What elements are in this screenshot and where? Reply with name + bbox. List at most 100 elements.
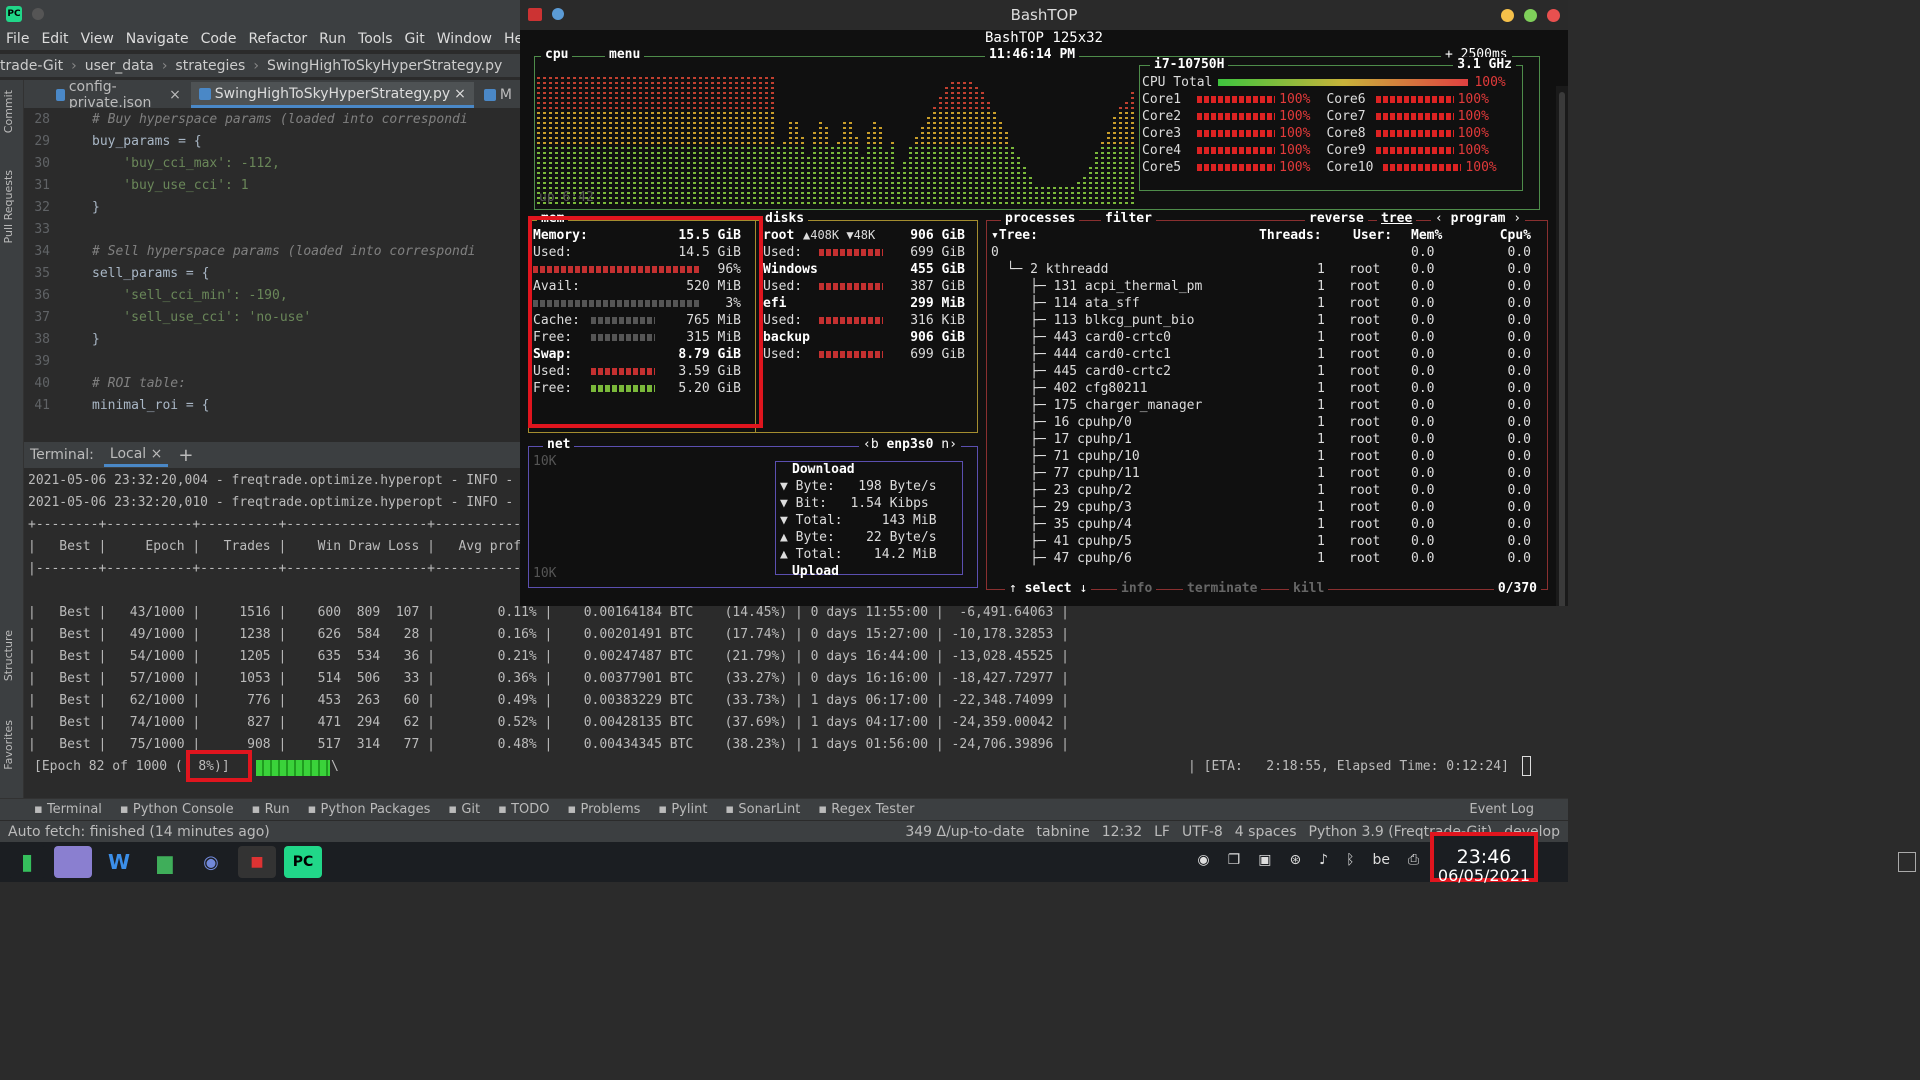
breadcrumb-item[interactable]: strategies xyxy=(175,58,245,74)
sort-program[interactable]: ‹ program › xyxy=(1431,211,1526,226)
status-item[interactable]: LF xyxy=(1154,824,1170,840)
tool-python-console[interactable]: ▪ Python Console xyxy=(120,802,234,817)
tool-sonarlint[interactable]: ▪ SonarLint xyxy=(725,802,800,817)
menu-file[interactable]: File xyxy=(6,31,29,47)
menu-git[interactable]: Git xyxy=(405,31,425,47)
bashtop-window-titlebar[interactable]: BashTOP xyxy=(520,0,1568,30)
tool-todo[interactable]: ▪ TODO xyxy=(498,802,549,817)
add-terminal-icon[interactable]: + xyxy=(178,445,193,466)
kill-button[interactable]: kill xyxy=(1289,581,1329,596)
editor-tab[interactable]: SwingHighToSkyHyperStrategy.py × xyxy=(190,82,474,108)
process-row[interactable]: ├─ 114 ata_sff 1 root 0.0 0.0 xyxy=(991,295,1531,312)
process-row[interactable]: ├─ 131 acpi_thermal_pm 1 root 0.0 0.0 xyxy=(991,278,1531,295)
status-item[interactable]: 4 spaces xyxy=(1235,824,1297,840)
taskbar-clock[interactable]: 23:46 06/05/2021 xyxy=(1430,832,1538,884)
close-icon[interactable]: × xyxy=(169,87,181,103)
bluetooth-icon[interactable]: ᛒ xyxy=(1346,852,1354,868)
cpu-graph-cell xyxy=(783,147,786,149)
process-row[interactable]: ├─ 402 cfg80211 1 root 0.0 0.0 xyxy=(991,380,1531,397)
maximize-button[interactable] xyxy=(1524,9,1537,22)
tool-run[interactable]: ▪ Run xyxy=(252,802,290,817)
cpu-graph-cell xyxy=(825,157,828,159)
event-log-button[interactable]: Event Log xyxy=(1469,802,1534,817)
editor-tab[interactable]: config-private.json × xyxy=(48,79,189,111)
info-button[interactable]: info xyxy=(1117,581,1157,596)
discord-tray-icon[interactable]: ◉ xyxy=(1197,852,1209,868)
tool-terminal[interactable]: ▪ Terminal xyxy=(34,802,102,817)
code-editor[interactable]: 28 # Buy hyperspace params (loaded into c… xyxy=(24,108,520,414)
process-row[interactable]: └─ 2 kthreadd 1 root 0.0 0.0 xyxy=(991,261,1531,278)
breadcrumb-item[interactable]: SwingHighToSkyHyperStrategy.py xyxy=(267,58,502,74)
breadcrumb-item[interactable]: user_data xyxy=(85,58,154,74)
pin-icon[interactable] xyxy=(552,8,564,20)
volume-icon[interactable]: ♪ xyxy=(1319,852,1328,868)
discord-icon[interactable]: ◉ xyxy=(192,846,230,878)
filter-button[interactable]: filter xyxy=(1101,211,1156,226)
status-item[interactable]: 12:32 xyxy=(1102,824,1142,840)
process-row[interactable]: 0 0.0 0.0 xyxy=(991,244,1531,261)
keyboard-layout[interactable]: be xyxy=(1373,852,1391,868)
menu-tools[interactable]: Tools xyxy=(358,31,393,47)
terminate-button[interactable]: terminate xyxy=(1183,581,1262,596)
desktop-pager-icon[interactable] xyxy=(54,846,92,878)
menu-view[interactable]: View xyxy=(81,31,114,47)
cpu-label[interactable]: cpu xyxy=(541,47,573,62)
manjaro-icon[interactable]: ▮ xyxy=(8,846,46,878)
tool-python-packages[interactable]: ▪ Python Packages xyxy=(308,802,431,817)
process-row[interactable]: ├─ 47 cpuhp/6 1 root 0.0 0.0 xyxy=(991,550,1531,567)
process-row[interactable]: ├─ 444 card0-crtc1 1 root 0.0 0.0 xyxy=(991,346,1531,363)
close-icon[interactable]: × xyxy=(151,446,163,462)
process-row[interactable]: ├─ 175 charger_manager 1 root 0.0 0.0 xyxy=(991,397,1531,414)
show-desktop-button[interactable] xyxy=(1898,852,1916,872)
vtab-favorites[interactable]: Favorites xyxy=(2,720,15,770)
tool-pylint[interactable]: ▪ Pylint xyxy=(658,802,707,817)
process-row[interactable]: ├─ 35 cpuhp/4 1 root 0.0 0.0 xyxy=(991,516,1531,533)
process-row[interactable]: ├─ 113 blkcg_punt_bio 1 root 0.0 0.0 xyxy=(991,312,1531,329)
vpn-icon[interactable]: ⊛ xyxy=(1289,852,1301,868)
menu-code[interactable]: Code xyxy=(201,31,237,47)
terminal-tab-local[interactable]: Local × xyxy=(103,444,169,467)
reverse-button[interactable]: reverse xyxy=(1305,211,1368,226)
window-menu-dot-icon[interactable] xyxy=(32,8,44,20)
menu-run[interactable]: Run xyxy=(319,31,346,47)
process-row[interactable]: ├─ 443 card0-crtc0 1 root 0.0 0.0 xyxy=(991,329,1531,346)
screens-icon[interactable]: ❐ xyxy=(1228,852,1241,868)
pycharm-icon[interactable]: PC xyxy=(284,846,322,878)
process-row[interactable]: ├─ 17 cpuhp/1 1 root 0.0 0.0 xyxy=(991,431,1531,448)
vtab-structure[interactable]: Structure xyxy=(2,630,15,681)
net-interface[interactable]: ‹b enp3s0 n› xyxy=(859,437,961,452)
menu-window[interactable]: Window xyxy=(437,31,492,47)
status-item[interactable]: 349 Δ/up-to-date xyxy=(905,824,1024,840)
network-icon[interactable]: ⎙ xyxy=(1408,852,1419,868)
breadcrumb-item[interactable]: trade-Git xyxy=(0,58,63,74)
process-row[interactable]: ├─ 77 cpuhp/11 1 root 0.0 0.0 xyxy=(991,465,1531,482)
tool-regex-tester[interactable]: ▪ Regex Tester xyxy=(818,802,914,817)
status-item[interactable]: tabnine xyxy=(1037,824,1090,840)
tool-git[interactable]: ▪ Git xyxy=(448,802,480,817)
vtab-commit[interactable]: Commit xyxy=(2,90,15,133)
menu-edit[interactable]: Edit xyxy=(41,31,68,47)
process-row[interactable]: ├─ 41 cpuhp/5 1 root 0.0 0.0 xyxy=(991,533,1531,550)
minimize-button[interactable] xyxy=(1501,9,1514,22)
menu-navigate[interactable]: Navigate xyxy=(126,31,189,47)
process-row[interactable]: ├─ 23 cpuhp/2 1 root 0.0 0.0 xyxy=(991,482,1531,499)
tree-button[interactable]: tree xyxy=(1377,211,1417,226)
close-icon[interactable]: × xyxy=(454,86,466,102)
menu-label[interactable]: menu xyxy=(605,47,645,62)
wps-icon[interactable]: W xyxy=(100,846,138,878)
menu-refactor[interactable]: Refactor xyxy=(248,31,307,47)
files-icon[interactable]: ▆ xyxy=(146,846,184,878)
editor-tab[interactable]: M xyxy=(476,82,520,108)
vtab-pull-requests[interactable]: Pull Requests xyxy=(2,170,15,243)
select-button[interactable]: ↑ select ↓ xyxy=(1005,581,1092,596)
scrollbar[interactable] xyxy=(1556,86,1568,606)
process-row[interactable]: ├─ 71 cpuhp/10 1 root 0.0 0.0 xyxy=(991,448,1531,465)
process-row[interactable]: ├─ 29 cpuhp/3 1 root 0.0 0.0 xyxy=(991,499,1531,516)
terminal-icon[interactable]: ■ xyxy=(238,846,276,878)
process-row[interactable]: ├─ 16 cpuhp/0 1 root 0.0 0.0 xyxy=(991,414,1531,431)
app-tray-icon[interactable]: ▣ xyxy=(1258,852,1271,868)
close-button[interactable] xyxy=(1547,9,1560,22)
process-row[interactable]: ├─ 445 card0-crtc2 1 root 0.0 0.0 xyxy=(991,363,1531,380)
tool-problems[interactable]: ▪ Problems xyxy=(568,802,641,817)
status-item[interactable]: UTF-8 xyxy=(1182,824,1223,840)
